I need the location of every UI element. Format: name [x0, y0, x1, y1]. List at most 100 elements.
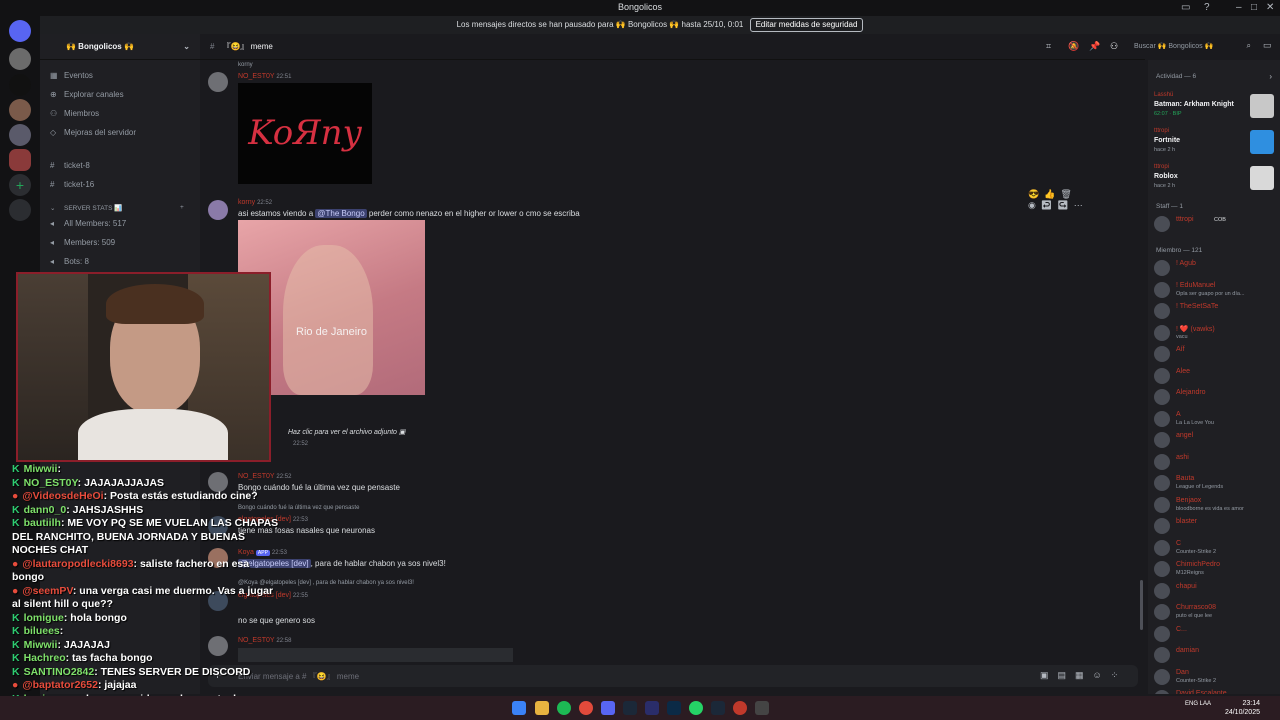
- member-row[interactable]: angel: [1154, 430, 1278, 450]
- member-row[interactable]: Churrasco08 puto el que lee: [1154, 602, 1278, 622]
- app-icon[interactable]: [755, 701, 769, 715]
- inbox-icon[interactable]: ▭: [1263, 40, 1272, 51]
- spotify-icon[interactable]: [557, 701, 571, 715]
- channel-label: Members: 509: [64, 238, 116, 247]
- help-icon[interactable]: ?: [1204, 2, 1210, 13]
- member-row[interactable]: blaster: [1154, 516, 1278, 536]
- chevron-right-icon[interactable]: ›: [1269, 72, 1272, 81]
- pin-icon[interactable]: 📌: [1089, 41, 1100, 52]
- threads-icon[interactable]: ⌗: [1046, 41, 1051, 52]
- activity-card[interactable]: Lasshü Batman: Arkham Knight 62:07 · BIP: [1154, 92, 1274, 124]
- member-row[interactable]: Dan Counter-Strike 2: [1154, 667, 1278, 687]
- server-icon[interactable]: [9, 124, 31, 146]
- member-row[interactable]: Bauta League of Legends: [1154, 473, 1278, 493]
- search-input[interactable]: Buscar 🙌 Bongolicos 🙌 ⌕: [1130, 39, 1255, 55]
- speaker-icon: ◂: [50, 238, 55, 247]
- member-row[interactable]: chapui: [1154, 581, 1278, 601]
- channel-stat-all[interactable]: ◂ All Members: 517: [50, 219, 126, 228]
- game-cover-image: [1250, 166, 1274, 190]
- channel-ticket-16[interactable]: # ticket-16: [50, 180, 94, 189]
- chat-username: @lautaropodlecki8693: [22, 557, 134, 570]
- member-row[interactable]: ashi: [1154, 452, 1278, 472]
- chat-message: JAJAJAJJAJAS: [84, 476, 165, 489]
- member-row[interactable]: C Counter-Strike 2: [1154, 538, 1278, 558]
- chat-line: K SANTINO2842: TENES SERVER DE DISCORD: [12, 665, 251, 678]
- minimize-icon[interactable]: –: [1236, 2, 1242, 13]
- discord-icon[interactable]: [601, 701, 615, 715]
- member-row[interactable]: ! EduManuel Opla ser guapo por un día...: [1154, 280, 1278, 300]
- shirt-shape: [78, 409, 228, 460]
- edit-security-button[interactable]: Editar medidas de seguridad: [749, 18, 864, 32]
- channel-stat-bots[interactable]: ◂ Bots: 8: [50, 257, 89, 266]
- steam-icon[interactable]: [711, 701, 725, 715]
- sidebar-item-browse[interactable]: ⊕ Explorar canales: [50, 90, 124, 99]
- steam-icon[interactable]: [623, 701, 637, 715]
- member-row[interactable]: ! ❤️ (vawks) vacu: [1154, 323, 1278, 343]
- app-icon[interactable]: [733, 701, 747, 715]
- sidebar-item-members[interactable]: ⚇ Miembros: [50, 109, 99, 118]
- home-icon[interactable]: [9, 20, 31, 42]
- add-server-icon[interactable]: +: [9, 174, 31, 196]
- channel-ticket-8[interactable]: # ticket-8: [50, 161, 90, 170]
- sidebar-item-boost[interactable]: ◇ Mejoras del servidor: [50, 128, 136, 137]
- message-image[interactable]: KoЯny: [238, 83, 372, 184]
- message-time: 22:52: [293, 441, 309, 447]
- server-icon[interactable]: [9, 74, 31, 96]
- category-server-stats[interactable]: ⌄ SERVER STATS 📊 +: [50, 204, 184, 212]
- avatar[interactable]: [208, 72, 228, 92]
- user-mention[interactable]: @The Bongo: [315, 209, 367, 218]
- member-row[interactable]: David Escalante: [1154, 688, 1278, 694]
- sidebar-item-events[interactable]: ▦ Eventos: [50, 71, 93, 80]
- reply-preview[interactable]: korny: [238, 62, 253, 68]
- mute-icon[interactable]: 🔕: [1068, 41, 1079, 52]
- hash-icon: #: [50, 180, 55, 189]
- file-explorer-icon[interactable]: [535, 701, 549, 715]
- avatar[interactable]: [208, 200, 228, 220]
- clock[interactable]: 23:14 24/10/2025: [1225, 699, 1260, 717]
- server-icon[interactable]: [9, 48, 31, 70]
- server-icon-active[interactable]: [9, 149, 31, 171]
- guild-header[interactable]: 🙌 Bongolicos 🙌 ⌄: [40, 34, 200, 60]
- photoshop-icon[interactable]: [667, 701, 681, 715]
- member-row[interactable]: Benjaox bloodborne es vida es amor: [1154, 495, 1278, 515]
- member-row[interactable]: Aíf: [1154, 344, 1278, 364]
- member-row[interactable]: ! Agub: [1154, 258, 1278, 278]
- member-row[interactable]: Alejandro: [1154, 387, 1278, 407]
- message-author[interactable]: korny 22:52: [238, 199, 272, 206]
- server-icon[interactable]: [9, 99, 31, 121]
- member-name: Aíf: [1176, 346, 1185, 353]
- youtube-icon: ●: [12, 557, 19, 570]
- whatsapp-icon[interactable]: [689, 701, 703, 715]
- activity-card[interactable]: tttropi Fortnite hace 2 h: [1154, 128, 1274, 160]
- activity-card[interactable]: tttropi Roblox hace 2 h: [1154, 164, 1274, 196]
- kick-icon: K: [12, 503, 20, 516]
- member-row[interactable]: tttropi COB: [1154, 214, 1278, 234]
- channel-stat-members[interactable]: ◂ Members: 509: [50, 238, 115, 247]
- avatar: [1154, 281, 1170, 298]
- scrollbar-thumb[interactable]: [1140, 580, 1143, 630]
- discover-icon[interactable]: [9, 199, 31, 221]
- message-author[interactable]: NO_EST0Y 22:51: [238, 73, 291, 80]
- chrome-icon[interactable]: [579, 701, 593, 715]
- member-list-icon[interactable]: ⚇: [1110, 41, 1118, 52]
- chat-message: hola bongo: [70, 611, 127, 624]
- message-composer[interactable]: + Enviar mensaje a # 『😆』 meme ▣▤▦☺⁘: [208, 665, 1138, 687]
- start-icon[interactable]: [512, 701, 526, 715]
- maximize-icon[interactable]: □: [1251, 2, 1257, 13]
- premiere-icon[interactable]: [645, 701, 659, 715]
- member-row[interactable]: ! TheSetSaTe: [1154, 301, 1278, 321]
- inbox-icon[interactable]: ▭: [1181, 2, 1190, 13]
- member-row[interactable]: ChimichPedro M12Reigns: [1154, 559, 1278, 579]
- close-icon[interactable]: ✕: [1266, 2, 1274, 13]
- message-actions-toolbar[interactable]: 😎👍🗑◉↩↪⋯: [1028, 189, 1128, 210]
- member-row[interactable]: Alee: [1154, 366, 1278, 386]
- avatar: [1154, 668, 1170, 685]
- member-name: Alejandro: [1176, 389, 1206, 396]
- composer-actions[interactable]: ▣▤▦☺⁘: [1040, 670, 1127, 681]
- member-row[interactable]: A La La Love You: [1154, 409, 1278, 429]
- add-channel-icon[interactable]: +: [180, 204, 184, 211]
- language-indicator[interactable]: ENG LAA: [1185, 700, 1211, 708]
- member-row[interactable]: C...: [1154, 624, 1278, 644]
- attachment-link[interactable]: Haz clic para ver el archivo adjunto ▣: [288, 428, 406, 436]
- member-row[interactable]: damian: [1154, 645, 1278, 665]
